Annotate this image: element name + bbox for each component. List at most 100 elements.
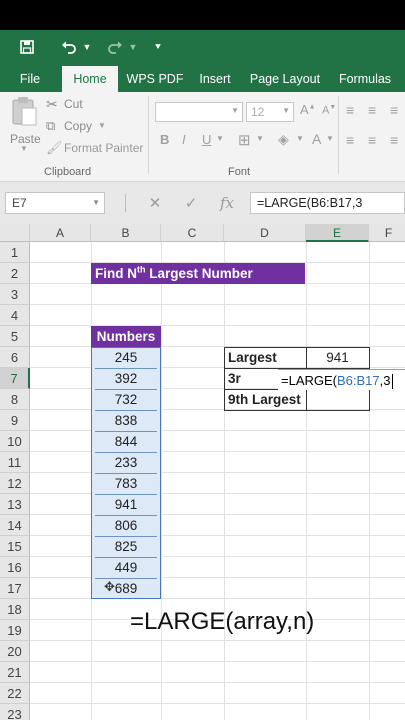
font-name-dropdown[interactable]: ▼ xyxy=(155,102,243,122)
number-cell[interactable]: 245 xyxy=(91,347,161,368)
row-header[interactable]: 4 xyxy=(0,305,30,326)
enter-icon[interactable]: ✓ xyxy=(180,192,202,214)
align-right-icon[interactable]: ≡ xyxy=(390,132,398,148)
bold-button[interactable]: B xyxy=(160,132,169,147)
numbers-header-cell[interactable]: Numbers xyxy=(91,326,161,347)
row-header[interactable]: 23 xyxy=(0,704,30,720)
undo-dropdown-icon[interactable]: ▼ xyxy=(80,30,94,64)
cut-button[interactable]: ✂ Cut xyxy=(46,96,106,114)
column-header-d[interactable]: D xyxy=(224,224,306,242)
redo-icon[interactable] xyxy=(102,30,128,64)
row-header[interactable]: 12 xyxy=(0,473,30,494)
column-header-a[interactable]: A xyxy=(30,224,91,242)
number-cell[interactable]: 838 xyxy=(91,410,161,431)
row-header[interactable]: 16 xyxy=(0,557,30,578)
row-header[interactable]: 20 xyxy=(0,641,30,662)
tab-wps-pdf[interactable]: WPS PDF xyxy=(122,66,188,92)
sheet-title-cell[interactable]: Find Nth Largest Number xyxy=(91,263,305,284)
fill-color-icon[interactable]: ◈ xyxy=(278,131,289,148)
paste-button[interactable]: Paste ▼ xyxy=(6,96,42,154)
redo-dropdown-icon[interactable]: ▼ xyxy=(126,30,140,64)
row-header[interactable]: 6 xyxy=(0,347,30,368)
row-header[interactable]: 11 xyxy=(0,452,30,473)
copy-button[interactable]: ⧉ Copy ▼ xyxy=(46,118,116,136)
quick-access-toolbar: ▼ ▼ ⯆ xyxy=(0,30,405,64)
tab-insert[interactable]: Insert xyxy=(192,66,238,92)
formula-bar: E7 ▼ ✕ ✓ fx =LARGE(B6:B17,3 xyxy=(0,182,405,224)
insert-function-icon[interactable]: fx xyxy=(216,192,238,214)
row-header[interactable]: 3 xyxy=(0,284,30,305)
number-cell[interactable]: 732 xyxy=(91,389,161,410)
borders-icon[interactable]: ⊞ xyxy=(238,131,251,149)
format-painter-button[interactable]: 🖌 Format Painter xyxy=(46,140,146,158)
worksheet-grid[interactable]: A B C D E F 1 2 3 4 5 6 7 8 9 10 11 12 1… xyxy=(0,224,405,720)
number-cell[interactable]: 783 xyxy=(91,473,161,494)
tab-home[interactable]: Home xyxy=(62,66,118,92)
grid-row-line xyxy=(30,577,405,578)
font-color-icon[interactable]: A xyxy=(312,131,321,147)
row-header[interactable]: 18 xyxy=(0,599,30,620)
cancel-icon[interactable]: ✕ xyxy=(144,192,166,214)
grid-row-line xyxy=(30,661,405,662)
align-center-icon[interactable]: ≡ xyxy=(368,132,376,148)
row-header[interactable]: 7 xyxy=(0,368,30,389)
align-bottom-icon[interactable]: ≡ xyxy=(390,102,398,118)
number-cell[interactable]: 449 xyxy=(91,557,161,578)
column-header-f[interactable]: F xyxy=(369,224,405,242)
fill-color-dropdown-icon[interactable]: ▼ xyxy=(296,134,304,143)
underline-dropdown-icon[interactable]: ▼ xyxy=(216,134,224,143)
largest-value-cell[interactable]: 941 xyxy=(306,347,369,368)
row-header[interactable]: 9 xyxy=(0,410,30,431)
row-header[interactable]: 5 xyxy=(0,326,30,347)
name-box[interactable]: E7 ▼ xyxy=(5,192,105,214)
row-header[interactable]: 15 xyxy=(0,536,30,557)
number-cell[interactable]: 806 xyxy=(91,515,161,536)
largest-label-cell[interactable]: Largest xyxy=(228,347,304,368)
tab-page-layout[interactable]: Page Layout xyxy=(246,66,324,92)
tab-formulas[interactable]: Formulas xyxy=(334,66,396,92)
formula-input[interactable]: =LARGE(B6:B17,3 xyxy=(250,192,405,214)
row-header[interactable]: 22 xyxy=(0,683,30,704)
ninth-largest-label-cell[interactable]: 9th Largest xyxy=(228,389,306,410)
row-header[interactable]: 8 xyxy=(0,389,30,410)
customize-icon[interactable]: ⯆ xyxy=(150,30,166,64)
row-header[interactable]: 17 xyxy=(0,578,30,599)
underline-button[interactable]: U xyxy=(202,132,211,147)
number-cell[interactable]: 844 xyxy=(91,431,161,452)
tab-file[interactable]: File xyxy=(8,66,52,92)
grid-row-line xyxy=(30,535,405,536)
row-header[interactable]: 13 xyxy=(0,494,30,515)
increase-font-icon[interactable]: A▲ xyxy=(300,102,316,117)
align-top-icon[interactable]: ≡ xyxy=(346,102,354,118)
number-cell[interactable]: 825 xyxy=(91,536,161,557)
undo-icon[interactable] xyxy=(56,30,82,64)
paste-dropdown-icon[interactable]: ▼ xyxy=(20,144,28,153)
font-size-dropdown[interactable]: 12 ▼ xyxy=(246,102,294,122)
row-header[interactable]: 2 xyxy=(0,263,30,284)
decrease-font-icon[interactable]: A▼ xyxy=(322,104,336,117)
active-cell-editor[interactable]: =LARGE(B6:B17,3 xyxy=(278,369,405,390)
row-header[interactable]: 14 xyxy=(0,515,30,536)
italic-button[interactable]: I xyxy=(182,132,186,147)
align-middle-icon[interactable]: ≡ xyxy=(368,102,376,118)
number-cell[interactable]: 392 xyxy=(91,368,161,389)
align-left-icon[interactable]: ≡ xyxy=(346,132,354,148)
sheet-title-superscript: th xyxy=(137,264,146,275)
number-cell[interactable]: 941 xyxy=(91,494,161,515)
column-header-e[interactable]: E xyxy=(306,224,369,242)
row-header[interactable]: 19 xyxy=(0,620,30,641)
grid-row-line xyxy=(30,703,405,704)
row-header[interactable]: 1 xyxy=(0,242,30,263)
group-separator xyxy=(148,96,149,174)
number-cell[interactable]: 233 xyxy=(91,452,161,473)
borders-dropdown-icon[interactable]: ▼ xyxy=(256,134,264,143)
column-header-c[interactable]: C xyxy=(161,224,224,242)
row-header[interactable]: 10 xyxy=(0,431,30,452)
column-header-b[interactable]: B xyxy=(91,224,161,242)
number-cell[interactable]: 689 xyxy=(91,578,161,599)
save-icon[interactable] xyxy=(14,30,40,64)
row-header[interactable]: 21 xyxy=(0,662,30,683)
font-color-dropdown-icon[interactable]: ▼ xyxy=(326,134,334,143)
select-all-corner[interactable] xyxy=(0,224,30,242)
third-largest-label-cell[interactable]: 3r xyxy=(228,368,278,389)
